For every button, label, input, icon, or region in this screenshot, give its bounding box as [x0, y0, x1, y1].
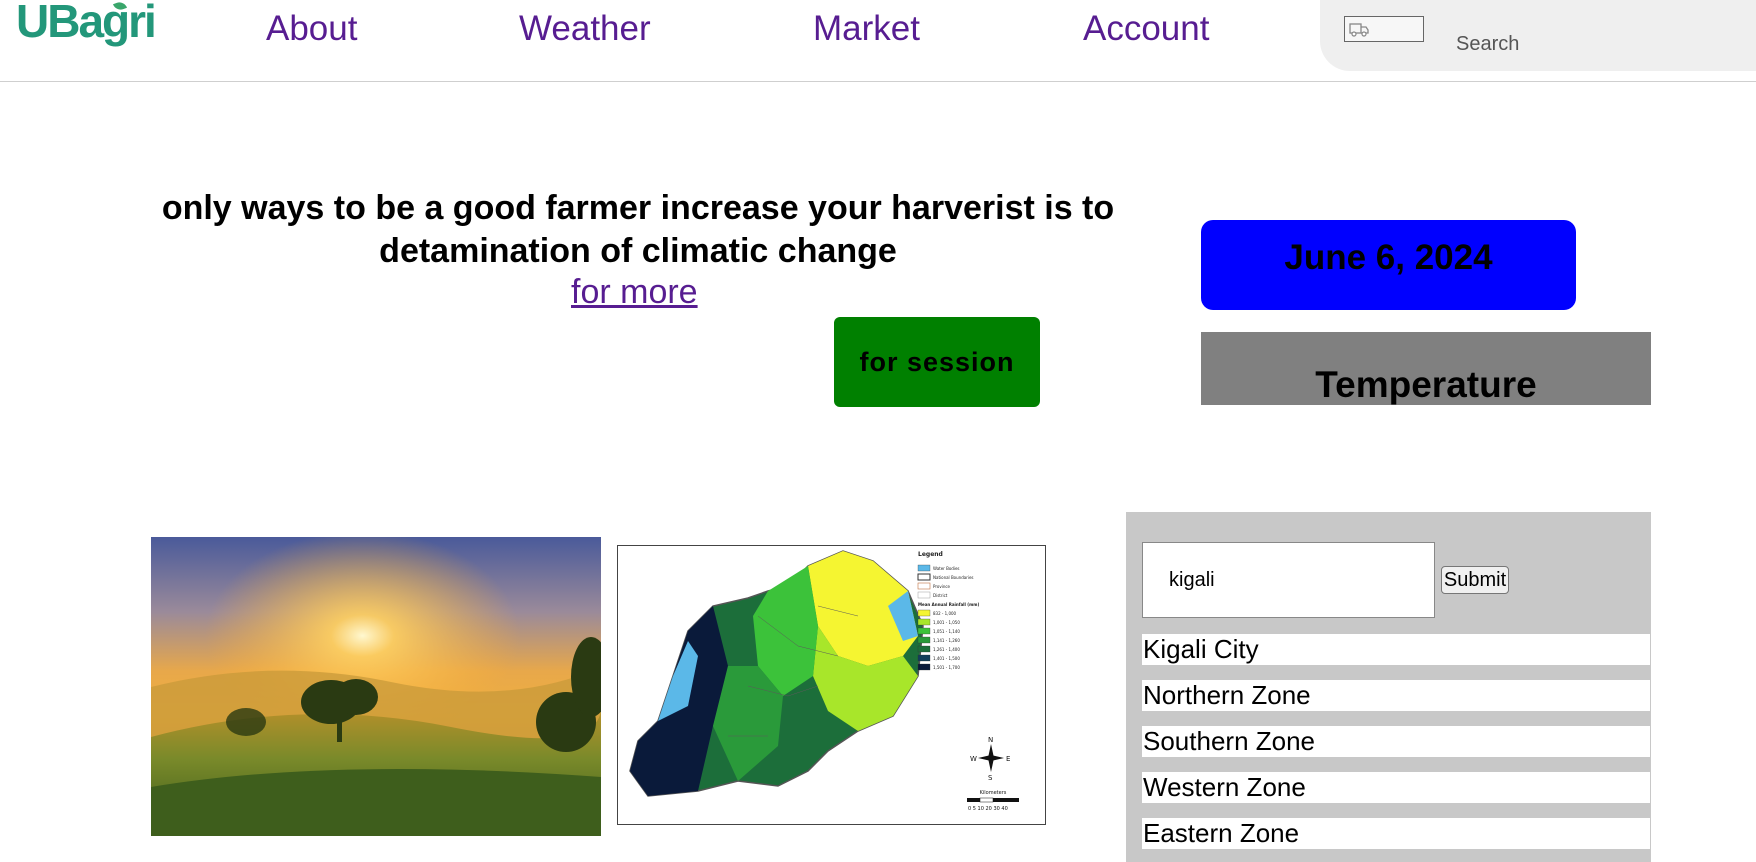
rwanda-rainfall-map: 29°E Legend Water Bodies National Bounda… [617, 545, 1046, 825]
session-button[interactable]: for session [834, 317, 1040, 407]
svg-text:Province: Province [933, 584, 951, 589]
svg-text:District: District [933, 593, 948, 598]
svg-text:Mean Annual Rainfall (mm): Mean Annual Rainfall (mm) [918, 602, 979, 607]
temperature-widget: Temperature [1201, 332, 1651, 405]
svg-text:Water Bodies: Water Bodies [933, 566, 959, 571]
map-legend-title: Legend [918, 551, 943, 558]
svg-text:1,401 - 1,500: 1,401 - 1,500 [933, 656, 960, 661]
zone-northern[interactable]: Northern Zone [1142, 680, 1650, 711]
zone-western[interactable]: Western Zone [1142, 772, 1650, 803]
svg-text:1,501 - 1,700: 1,501 - 1,700 [933, 665, 960, 670]
svg-text:1,001 - 1,050: 1,001 - 1,050 [933, 620, 960, 625]
nav-weather[interactable]: Weather [519, 9, 651, 49]
svg-text:1,141 - 1,260: 1,141 - 1,260 [933, 638, 960, 643]
zone-kigali-city[interactable]: Kigali City [1142, 634, 1650, 665]
site-header: UBagri About Weather Market Account [0, 0, 1756, 82]
site-logo[interactable]: UBagri [16, 0, 157, 48]
hero-slogan: only ways to be a good farmer increase y… [161, 189, 1115, 270]
nav-market[interactable]: Market [813, 9, 920, 49]
svg-text:National Boundaries: National Boundaries [933, 575, 974, 580]
broken-image-icon [1344, 16, 1424, 42]
date-text: June 6, 2024 [1284, 238, 1493, 277]
nav-account[interactable]: Account [1083, 9, 1209, 49]
svg-text:E: E [1006, 755, 1010, 763]
svg-text:S: S [988, 774, 993, 782]
nav-about[interactable]: About [266, 9, 357, 49]
search-bar [1320, 0, 1756, 71]
date-widget: June 6, 2024 [1201, 220, 1576, 310]
svg-text:W: W [970, 755, 977, 763]
location-panel: Submit Kigali City Northern Zone Souther… [1126, 512, 1651, 862]
svg-text:1,261 - 1,400: 1,261 - 1,400 [933, 647, 960, 652]
for-more-link[interactable]: for more [571, 273, 698, 312]
compass-icon: N W E S [970, 736, 1010, 782]
search-input[interactable] [1454, 28, 1756, 60]
submit-button[interactable]: Submit [1441, 566, 1509, 594]
zone-southern[interactable]: Southern Zone [1142, 726, 1650, 757]
svg-text:N: N [988, 736, 993, 744]
zone-eastern[interactable]: Eastern Zone [1142, 818, 1650, 849]
location-input[interactable] [1142, 542, 1435, 618]
svg-text:0 5 10 20 30 40: 0 5 10 20 30 40 [968, 806, 1008, 812]
temperature-label: Temperature [1315, 364, 1537, 405]
svg-text:832 - 1,000: 832 - 1,000 [933, 611, 957, 616]
svg-text:1,051 - 1,140: 1,051 - 1,140 [933, 629, 960, 634]
svg-text:Kilometers: Kilometers [980, 790, 1007, 796]
farm-sunrise-photo [151, 537, 601, 836]
